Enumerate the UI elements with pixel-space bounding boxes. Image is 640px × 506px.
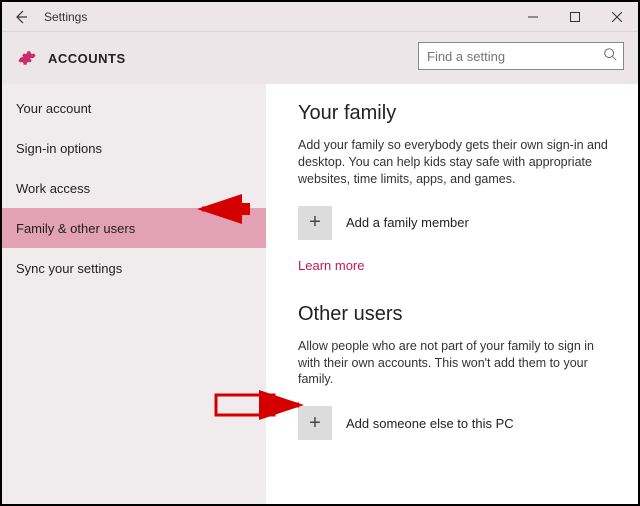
other-users-description: Allow people who are not part of your fa…: [298, 338, 616, 389]
arrow-left-icon: [13, 9, 29, 25]
maximize-button[interactable]: [554, 2, 596, 32]
other-users-section: Other users Allow people who are not par…: [298, 303, 616, 441]
close-button[interactable]: [596, 2, 638, 32]
gear-icon: [18, 49, 36, 67]
minimize-button[interactable]: [512, 2, 554, 32]
search-icon: [603, 47, 617, 66]
search-box[interactable]: [418, 42, 624, 70]
minimize-icon: [528, 12, 538, 22]
add-other-user-button[interactable]: + Add someone else to this PC: [298, 406, 616, 440]
settings-window: Settings ACCOUNTS Your accou: [0, 0, 640, 506]
sidebar-item-label: Sign-in options: [16, 141, 102, 156]
content: Your family Add your family so everybody…: [266, 84, 638, 504]
add-other-label: Add someone else to this PC: [346, 416, 514, 431]
sidebar-item-family-other-users[interactable]: Family & other users: [2, 208, 266, 248]
learn-more-link[interactable]: Learn more: [298, 258, 616, 273]
sidebar-item-work-access[interactable]: Work access: [2, 168, 266, 208]
sidebar-item-label: Sync your settings: [16, 261, 122, 276]
add-family-member-button[interactable]: + Add a family member: [298, 206, 616, 240]
sidebar-item-sync-settings[interactable]: Sync your settings: [2, 248, 266, 288]
sidebar-item-label: Your account: [16, 101, 91, 116]
body: Your account Sign-in options Work access…: [2, 84, 638, 504]
plus-icon: +: [298, 206, 332, 240]
window-title: Settings: [40, 10, 87, 24]
family-section: Your family Add your family so everybody…: [298, 102, 616, 273]
close-icon: [612, 12, 622, 22]
sidebar-item-label: Work access: [16, 181, 90, 196]
titlebar: Settings: [2, 2, 638, 32]
other-users-heading: Other users: [298, 303, 616, 326]
sidebar-item-your-account[interactable]: Your account: [2, 88, 266, 128]
section-title: ACCOUNTS: [48, 51, 126, 66]
sidebar-item-label: Family & other users: [16, 221, 135, 236]
add-family-label: Add a family member: [346, 215, 469, 230]
maximize-icon: [570, 12, 580, 22]
family-description: Add your family so everybody gets their …: [298, 137, 616, 188]
section-header: ACCOUNTS: [2, 32, 638, 84]
window-controls: [512, 2, 638, 32]
family-heading: Your family: [298, 102, 616, 125]
sidebar-item-signin-options[interactable]: Sign-in options: [2, 128, 266, 168]
back-button[interactable]: [2, 2, 40, 32]
search-input[interactable]: [427, 49, 603, 64]
plus-icon: +: [298, 406, 332, 440]
sidebar: Your account Sign-in options Work access…: [2, 84, 266, 504]
